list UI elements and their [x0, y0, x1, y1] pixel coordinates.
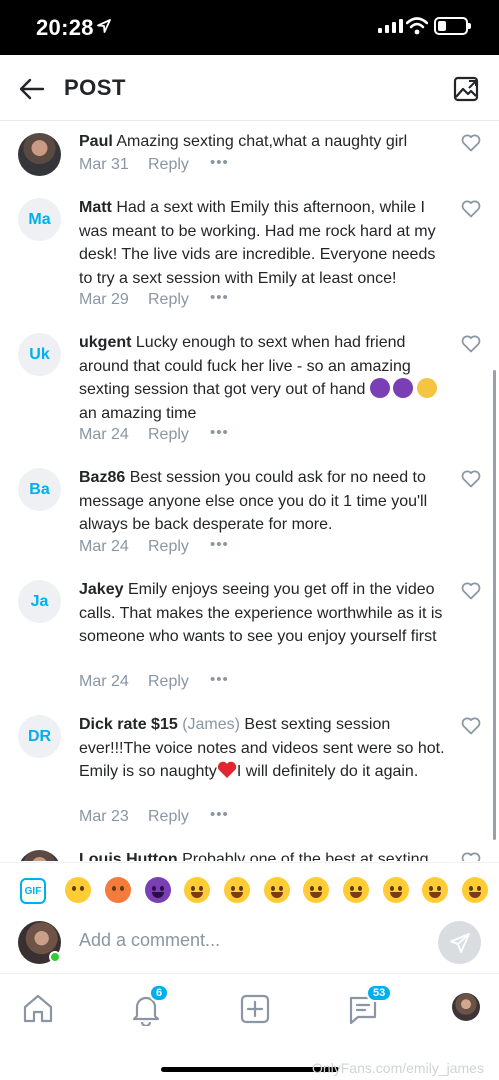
avatar[interactable]: Ja: [18, 580, 61, 623]
reply-button[interactable]: Reply: [148, 291, 210, 309]
gif-button[interactable]: GIF: [20, 878, 46, 904]
comment-author[interactable]: Paul: [79, 133, 113, 150]
joy-emoji-button[interactable]: [264, 877, 290, 903]
devil-emoji-icon: [369, 378, 390, 398]
comment-text: an amazing time: [79, 404, 197, 422]
like-heart-icon[interactable]: [461, 852, 481, 861]
like-heart-icon[interactable]: [461, 470, 481, 488]
status-bar: 20:28: [0, 0, 499, 55]
more-options-button[interactable]: •••: [210, 671, 229, 688]
more-options-button[interactable]: •••: [210, 154, 229, 171]
comment-date: Mar 24: [79, 673, 129, 690]
avatar[interactable]: Ba: [18, 468, 61, 511]
ok-hand-emoji-icon: [417, 378, 438, 398]
like-heart-icon[interactable]: [461, 134, 481, 152]
more-options-button[interactable]: •••: [210, 424, 229, 441]
comment-text: Amazing sexting chat,what a naughty girl: [116, 133, 408, 150]
signal-icon: [378, 19, 403, 33]
comment-composer: [0, 918, 499, 974]
comment-author[interactable]: ukgent: [79, 334, 131, 351]
reply-button[interactable]: Reply: [148, 673, 210, 691]
location-arrow-icon: [97, 19, 111, 33]
page-title: POST: [64, 75, 126, 100]
battery-icon: [434, 17, 471, 35]
like-heart-icon[interactable]: [461, 582, 481, 600]
post-header: POST: [0, 55, 499, 121]
like-heart-icon[interactable]: [461, 200, 481, 218]
avatar[interactable]: Uk: [18, 333, 61, 376]
comment-input[interactable]: [79, 928, 419, 952]
comment-author[interactable]: Baz86: [79, 469, 125, 486]
comment-author[interactable]: Jakey: [79, 581, 124, 598]
grin-emoji-button[interactable]: [224, 877, 250, 903]
comment-author[interactable]: Matt: [79, 199, 112, 216]
flushed-emoji-button[interactable]: [65, 877, 91, 903]
notifications-badge: 6: [149, 984, 170, 1002]
home-icon[interactable]: [21, 992, 55, 1026]
more-options-button[interactable]: •••: [210, 536, 229, 553]
reply-button[interactable]: Reply: [148, 538, 210, 556]
messages-badge: 53: [366, 984, 393, 1002]
scrollbar[interactable]: [493, 370, 496, 840]
sweat-smile-emoji-button[interactable]: [383, 877, 409, 903]
online-status-dot: [49, 951, 61, 963]
avatar[interactable]: [18, 850, 61, 861]
reply-button[interactable]: Reply: [148, 426, 210, 444]
comment-date: Mar 31: [79, 156, 129, 173]
send-icon: [449, 932, 470, 953]
like-heart-icon[interactable]: [461, 335, 481, 353]
gallery-icon[interactable]: [452, 75, 480, 103]
devil-emoji-icon: [392, 378, 413, 398]
avatar[interactable]: DR: [18, 715, 61, 758]
beaming-emoji-button[interactable]: [343, 877, 369, 903]
comment-text: Emily enjoys seeing you get off in the v…: [79, 581, 443, 645]
comment-text: Best session you could ask for no need t…: [79, 469, 428, 533]
comment-text: Probably one of the best at sexting: [182, 851, 429, 861]
comment-text: Had a sext with Emily this afternoon, wh…: [79, 199, 436, 287]
more-options-button[interactable]: •••: [210, 806, 229, 823]
avatar[interactable]: Ma: [18, 198, 61, 241]
drooling-emoji-button[interactable]: [105, 877, 131, 903]
comment-date: Mar 23: [79, 808, 129, 825]
like-heart-icon[interactable]: [461, 717, 481, 735]
comment-author[interactable]: Dick rate $15: [79, 716, 178, 733]
add-post-icon[interactable]: [238, 992, 272, 1026]
laughing-emoji-button[interactable]: [422, 877, 448, 903]
profile-avatar[interactable]: [452, 993, 480, 1021]
comment-date: Mar 24: [79, 538, 129, 555]
comment-date: Mar 24: [79, 426, 129, 443]
comment-date: Mar 29: [79, 291, 129, 308]
avatar[interactable]: [18, 133, 61, 176]
comment-author[interactable]: Louis Hutton: [79, 851, 178, 861]
watermark: OnlyFans.com/emily_james: [312, 1060, 484, 1076]
send-button[interactable]: [438, 921, 481, 964]
status-time: 20:28: [36, 15, 94, 40]
smile-emoji-button[interactable]: [184, 877, 210, 903]
reply-button[interactable]: Reply: [148, 156, 210, 174]
wifi-icon: [406, 17, 428, 35]
comment-text: I will definitely do it again.: [236, 763, 419, 780]
more-options-button[interactable]: •••: [210, 289, 229, 306]
wink-emoji-button[interactable]: [462, 877, 488, 903]
back-arrow-icon[interactable]: [18, 75, 46, 103]
emoji-bar: GIF: [0, 862, 499, 918]
devil-emoji-button[interactable]: [145, 877, 171, 903]
happy-emoji-button[interactable]: [303, 877, 329, 903]
comments-list[interactable]: Paul Amazing sexting chat,what a naughty…: [0, 122, 499, 861]
red-heart-emoji-icon: [217, 761, 237, 778]
reply-button[interactable]: Reply: [148, 808, 210, 826]
comment-username[interactable]: (James): [182, 716, 240, 733]
